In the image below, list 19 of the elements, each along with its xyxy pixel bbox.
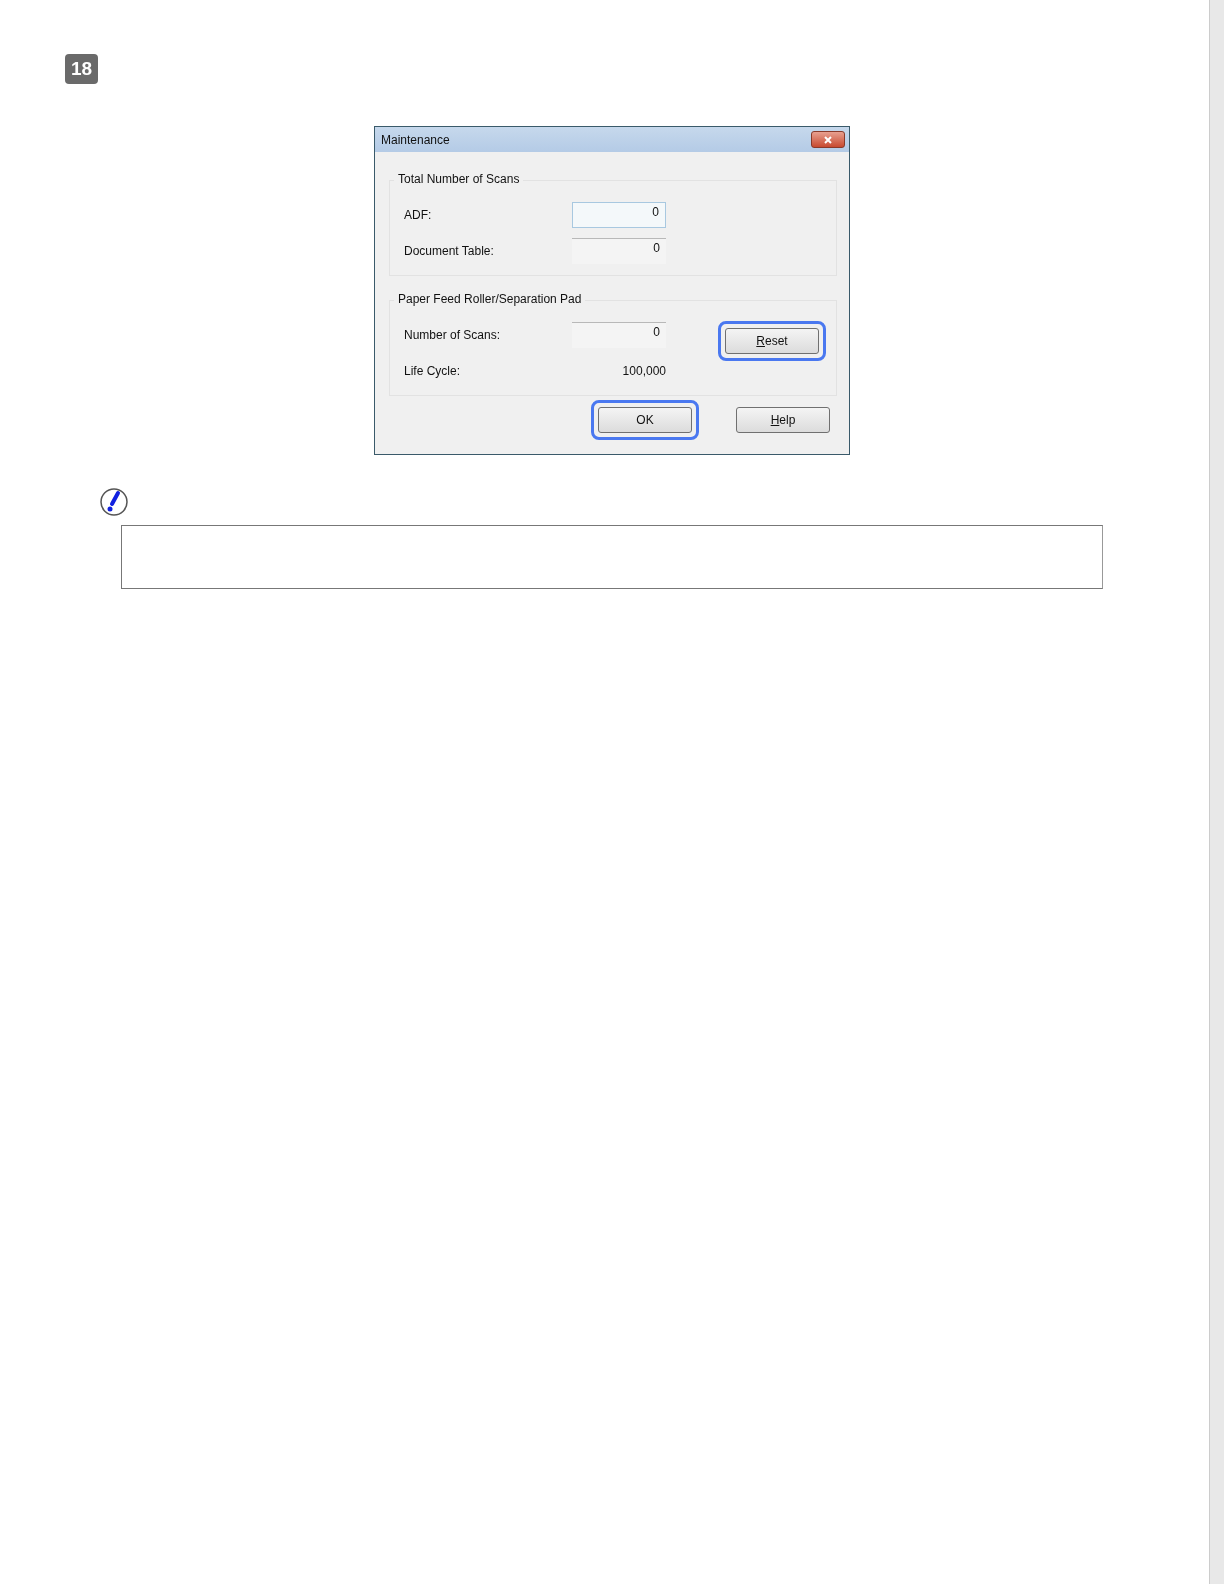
field-label: Number of Scans: (404, 328, 502, 342)
dialog-button[interactable]: Help (736, 407, 830, 433)
dialog-button[interactable]: OK (598, 407, 692, 433)
group-label: Total Number of Scans (394, 172, 524, 186)
close-button[interactable] (811, 131, 845, 148)
field-label: Life Cycle: (404, 364, 462, 378)
note-icon (99, 487, 129, 517)
scrollbar[interactable] (1209, 0, 1224, 1584)
count-field[interactable]: 0 (572, 322, 666, 348)
field-label: Document Table: (404, 244, 495, 258)
value-text: 100,000 (621, 364, 666, 378)
group-label: Paper Feed Roller/Separation Pad (394, 292, 586, 306)
step-number: 18 (65, 54, 98, 84)
field-label: ADF: (404, 208, 433, 222)
window-title: Maintenance (381, 132, 450, 147)
reset-button[interactable]: Reset (725, 328, 819, 354)
count-field[interactable]: 0 (572, 202, 666, 228)
count-field[interactable]: 0 (572, 238, 666, 264)
close-icon (821, 134, 835, 145)
